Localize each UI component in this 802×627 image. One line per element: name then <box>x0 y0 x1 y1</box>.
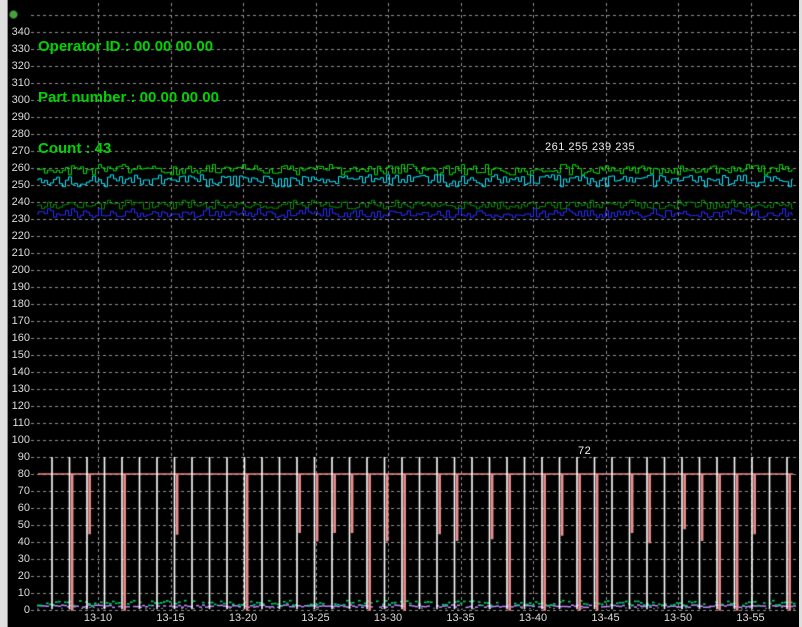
y-axis-tick-label: 190 <box>2 281 30 293</box>
y-axis-tick-label: 60 <box>2 502 30 514</box>
y-axis-tick-label: 140 <box>2 366 30 378</box>
chart-header: Operator ID : 00 00 00 00 Part number : … <box>38 4 219 174</box>
y-axis-tick-label: 120 <box>2 400 30 412</box>
y-axis-tick-label: 70 <box>2 485 30 497</box>
x-axis-tick-label: 13-55 <box>729 612 773 624</box>
y-axis-tick-label: 170 <box>2 315 30 327</box>
y-axis-tick-label: 300 <box>2 94 30 106</box>
x-axis-tick-label: 13-30 <box>366 612 410 624</box>
x-axis-tick-label: 13-10 <box>76 612 120 624</box>
y-axis-tick-label: 210 <box>2 247 30 259</box>
y-axis-tick-label: 290 <box>2 111 30 123</box>
cycle-value-annotation: 72 <box>578 445 591 457</box>
y-axis-tick-label: 340 <box>2 26 30 38</box>
y-axis-tick-label: 250 <box>2 179 30 191</box>
x-axis-tick-label: 13-45 <box>584 612 628 624</box>
y-axis-tick-label: 30 <box>2 553 30 565</box>
y-axis-tick-label: 220 <box>2 230 30 242</box>
y-axis-tick-label: 40 <box>2 536 30 548</box>
y-axis-tick-label: 200 <box>2 264 30 276</box>
y-axis-tick-label: 330 <box>2 43 30 55</box>
y-axis-tick-label: 20 <box>2 570 30 582</box>
y-axis-tick-label: 150 <box>2 349 30 361</box>
y-axis-tick-label: 280 <box>2 128 30 140</box>
y-axis-tick-label: 160 <box>2 332 30 344</box>
y-axis-tick-label: 180 <box>2 298 30 310</box>
operator-id-label: Operator ID : 00 00 00 00 <box>38 38 219 55</box>
y-axis-tick-label: 240 <box>2 196 30 208</box>
x-axis-tick-label: 13-40 <box>511 612 555 624</box>
x-axis-tick-label: 13-15 <box>149 612 193 624</box>
y-axis-tick-label: 90 <box>2 451 30 463</box>
y-axis-tick-label: 270 <box>2 145 30 157</box>
x-axis-tick-label: 13-20 <box>221 612 265 624</box>
y-axis-tick-label: 0 <box>2 604 30 616</box>
y-axis-tick-label: 130 <box>2 383 30 395</box>
x-axis-tick-label: 13-35 <box>439 612 483 624</box>
y-axis-tick-label: 80 <box>2 468 30 480</box>
trace-values-annotation: 261 255 239 235 <box>545 141 635 153</box>
count-label: Count : 43 <box>38 140 219 157</box>
y-axis-tick-label: 320 <box>2 60 30 72</box>
part-number-label: Part number : 00 00 00 00 <box>38 89 219 106</box>
y-axis-tick-label: 10 <box>2 587 30 599</box>
x-axis-tick-label: 13-25 <box>294 612 338 624</box>
y-axis-tick-label: 110 <box>2 417 30 429</box>
status-dot-icon <box>9 10 18 19</box>
y-axis-tick-label: 260 <box>2 162 30 174</box>
x-axis-tick-label: 13-50 <box>656 612 700 624</box>
y-axis-tick-label: 100 <box>2 434 30 446</box>
y-axis-tick-label: 310 <box>2 77 30 89</box>
y-axis-tick-label: 230 <box>2 213 30 225</box>
y-axis-tick-label: 50 <box>2 519 30 531</box>
